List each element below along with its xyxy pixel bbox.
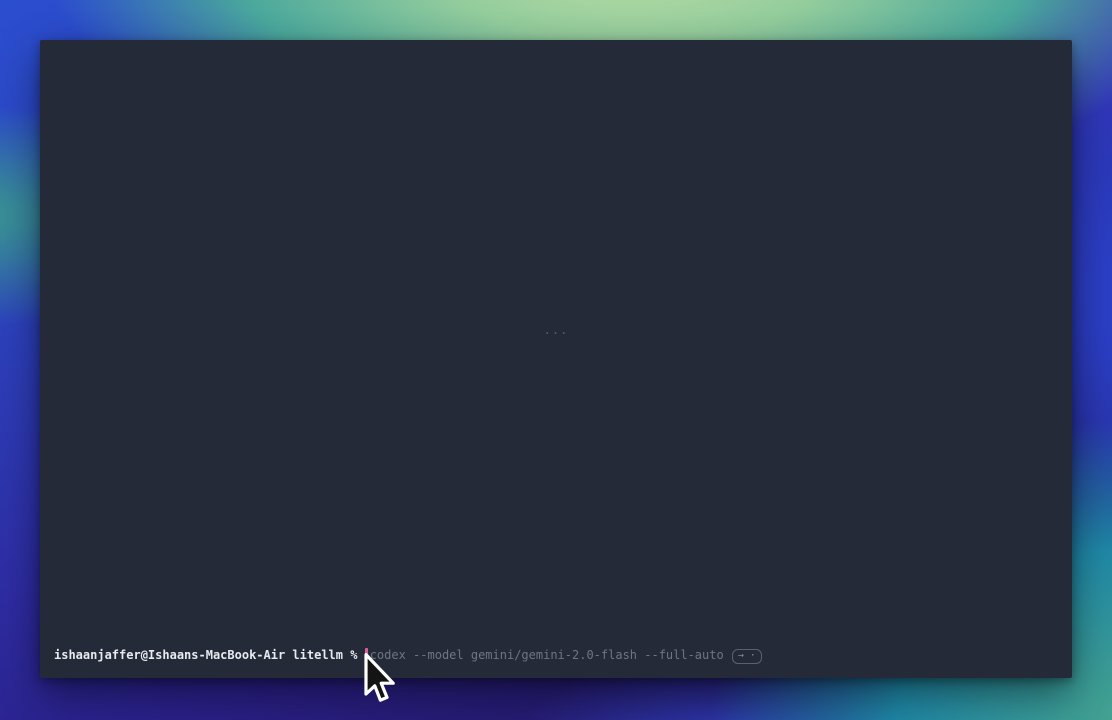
terminal-window[interactable]: ... ishaanjaffer@Ishaans-MacBook-Air lit… xyxy=(40,40,1072,678)
prompt-directory: litellm xyxy=(292,648,343,662)
tab-accept-hint-badge: → · xyxy=(732,649,762,664)
text-cursor xyxy=(365,648,368,662)
terminal-output-area: ... xyxy=(40,40,1072,647)
terminal-prompt-line[interactable]: ishaanjaffer@Ishaans-MacBook-Air litellm… xyxy=(40,647,1072,678)
prompt-space xyxy=(357,648,364,662)
prompt-user-host: ishaanjaffer@Ishaans-MacBook-Air xyxy=(54,648,285,662)
desktop-wallpaper: ... ishaanjaffer@Ishaans-MacBook-Air lit… xyxy=(0,0,1112,720)
autosuggestion-text: codex --model gemini/gemini-2.0-flash --… xyxy=(370,648,724,662)
loading-ellipsis: ... xyxy=(544,323,569,337)
